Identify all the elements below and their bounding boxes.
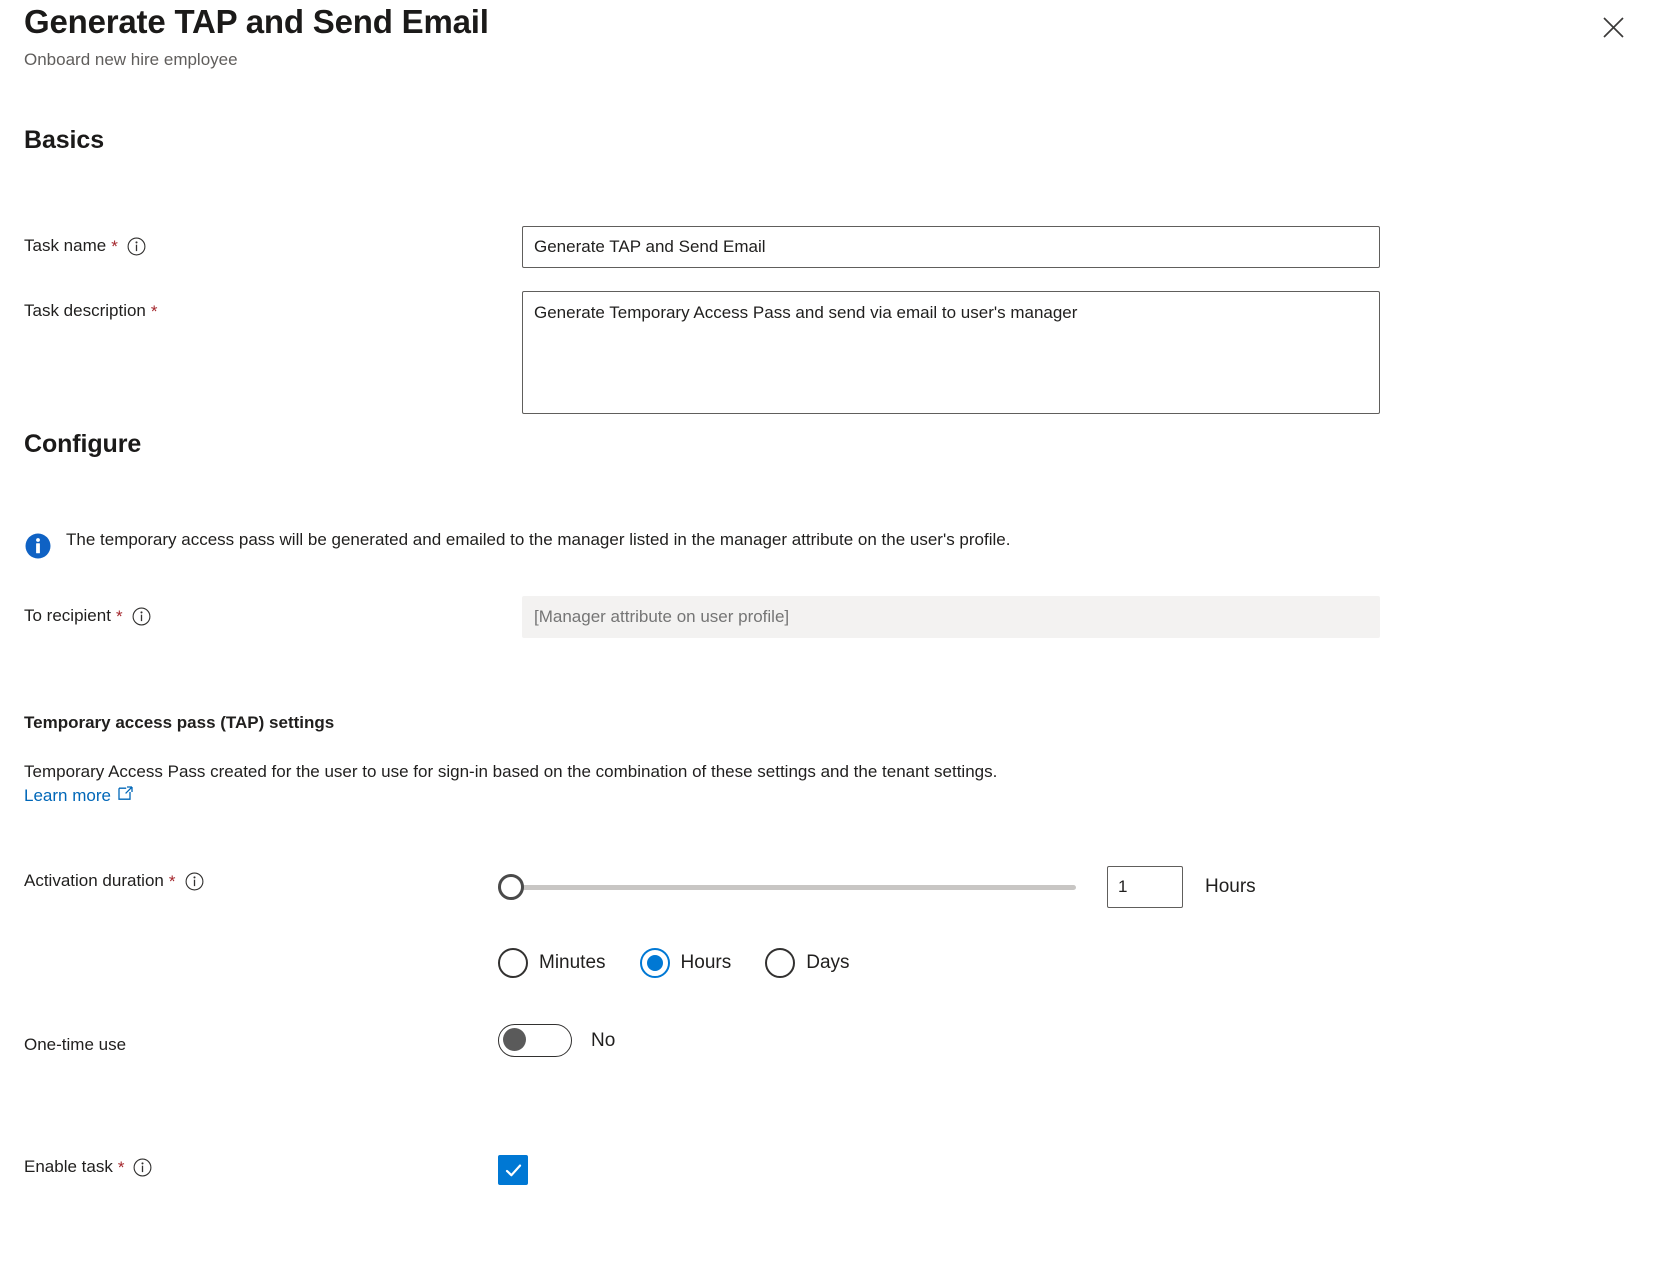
radio-option-days[interactable]: Days (765, 948, 849, 978)
required-asterisk: * (118, 1159, 125, 1176)
required-asterisk: * (169, 873, 176, 890)
radio-mark-minutes (498, 948, 528, 978)
to-recipient-label-text: To recipient (24, 606, 111, 626)
to-recipient-input[interactable] (522, 596, 1380, 638)
radio-label-days: Days (806, 952, 849, 974)
activation-duration-controls: Hours (498, 866, 1256, 908)
activation-duration-unit-label: Hours (1205, 876, 1256, 898)
section-heading-basics: Basics (24, 126, 104, 155)
external-link-icon[interactable] (117, 785, 134, 802)
slider-track (498, 885, 1076, 890)
enable-task-control (498, 1155, 528, 1185)
task-name-label-text: Task name (24, 236, 106, 256)
radio-option-hours[interactable]: Hours (640, 948, 732, 978)
close-icon (1601, 15, 1626, 40)
required-asterisk: * (116, 608, 123, 625)
info-circle-icon[interactable] (127, 237, 146, 256)
page-title: Generate TAP and Send Email (24, 2, 1629, 42)
close-button[interactable] (1593, 8, 1633, 46)
toggle-knob (503, 1028, 526, 1051)
radio-option-minutes[interactable]: Minutes (498, 948, 606, 978)
tap-settings-description-text: Temporary Access Pass created for the us… (24, 762, 997, 781)
learn-more-label: Learn more (24, 786, 111, 805)
radio-mark-hours (640, 948, 670, 978)
blade-header: Generate TAP and Send Email Onboard new … (24, 2, 1629, 71)
one-time-use-label: One-time use (24, 1035, 126, 1055)
radio-label-hours: Hours (681, 952, 732, 974)
info-circle-icon[interactable] (133, 1158, 152, 1177)
required-asterisk: * (111, 238, 118, 255)
info-circle-icon[interactable] (185, 872, 204, 891)
activation-duration-unit-radio-group: Minutes Hours Days (498, 948, 850, 978)
task-name-input[interactable] (522, 226, 1380, 268)
activation-duration-label: Activation duration * (24, 871, 204, 891)
activation-duration-input[interactable] (1107, 866, 1183, 908)
required-asterisk: * (151, 303, 158, 320)
enable-task-label: Enable task * (24, 1157, 152, 1177)
one-time-use-control: No (498, 1024, 615, 1057)
one-time-use-toggle[interactable] (498, 1024, 572, 1057)
task-description-label-text: Task description (24, 301, 146, 321)
enable-task-checkbox[interactable] (498, 1155, 528, 1185)
info-circle-icon[interactable] (132, 607, 151, 626)
tap-settings-description: Temporary Access Pass created for the us… (24, 760, 1034, 808)
radio-label-minutes: Minutes (539, 952, 606, 974)
task-configuration-blade: Generate TAP and Send Email Onboard new … (0, 0, 1653, 1271)
tap-settings-heading: Temporary access pass (TAP) settings (24, 713, 334, 733)
one-time-use-state-label: No (591, 1030, 615, 1052)
task-name-label: Task name * (24, 236, 146, 256)
page-subtitle: Onboard new hire employee (24, 49, 1629, 71)
info-filled-icon (24, 532, 52, 560)
one-time-use-label-text: One-time use (24, 1035, 126, 1055)
info-banner-text: The temporary access pass will be genera… (66, 529, 1010, 551)
to-recipient-label: To recipient * (24, 606, 151, 626)
slider-thumb[interactable] (498, 874, 524, 900)
activation-duration-label-text: Activation duration (24, 871, 164, 891)
checkmark-icon (503, 1160, 524, 1181)
section-heading-configure: Configure (24, 430, 141, 459)
activation-duration-slider[interactable] (498, 871, 1076, 903)
enable-task-label-text: Enable task (24, 1157, 113, 1177)
task-description-textarea[interactable] (522, 291, 1380, 414)
radio-mark-days (765, 948, 795, 978)
task-description-label: Task description * (24, 301, 158, 321)
info-banner: The temporary access pass will be genera… (24, 529, 1010, 560)
learn-more-link[interactable]: Learn more (24, 786, 111, 805)
